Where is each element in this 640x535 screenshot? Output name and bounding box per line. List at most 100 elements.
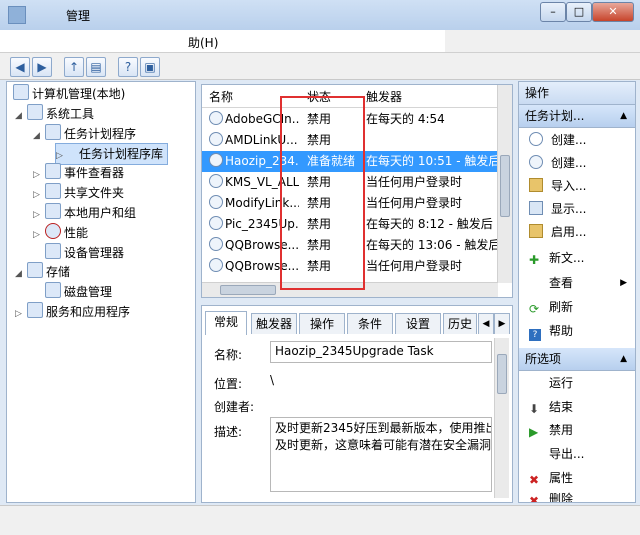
action-enable-history[interactable]: 启用... (519, 221, 635, 243)
forward-arrow-icon[interactable]: ▶ (32, 57, 52, 77)
tree-item-task-scheduler-library[interactable]: ▷ 任务计划程序库 (55, 143, 169, 165)
description-field[interactable]: 及时更新2345好压到最新版本，使用推出 及时更新，这意味着可能有潜在安全漏洞 (270, 417, 492, 492)
tree-item-computer-management[interactable]: 计算机管理(本地) (11, 84, 125, 104)
tree-item-device-manager[interactable]: 设备管理器 (33, 243, 124, 263)
tab-triggers[interactable]: 触发器 (251, 313, 297, 334)
end-icon: ⬇ (529, 402, 540, 416)
name-label: 名称: (214, 348, 243, 362)
minimize-button[interactable]: – (540, 2, 566, 22)
tab-scroll-right-icon[interactable]: ▶ (494, 313, 510, 334)
scroll-thumb[interactable] (220, 285, 276, 295)
toolbar: ◀ ▶ ↑ ▤ ? ▣ (0, 53, 640, 80)
create-task-icon (529, 155, 543, 169)
task-list-vertical-scrollbar[interactable] (497, 85, 512, 283)
tree-item-disk-management[interactable]: 磁盘管理 (33, 282, 112, 302)
status-bar (0, 505, 640, 535)
collapse-up-icon[interactable]: ▲ (620, 105, 627, 127)
tab-history[interactable]: 历史 (443, 313, 477, 334)
tree-item-local-users[interactable]: ▷ 本地用户和组 (33, 203, 136, 223)
tree-item-task-scheduler[interactable]: ◢ 任务计划程序 (33, 124, 136, 144)
event-viewer-icon (45, 163, 61, 179)
actions-section-selected-item[interactable]: 所选项 ▲ (519, 348, 635, 371)
properties-icon[interactable]: ▣ (140, 57, 160, 77)
menu-help[interactable]: 助(H) (188, 34, 218, 51)
disk-icon (45, 282, 61, 298)
folder-icon (68, 146, 76, 160)
author-label: 创建者: (214, 400, 255, 414)
tree-item-storage[interactable]: ◢ 存储 (15, 262, 70, 282)
delete-icon: ✖ (529, 494, 540, 502)
tab-conditions[interactable]: 条件 (347, 313, 393, 334)
scroll-thumb[interactable] (497, 354, 507, 394)
description-line-1: 及时更新2345好压到最新版本，使用推出 (275, 421, 492, 435)
action-new-folder[interactable]: ✚ 新文... (519, 247, 635, 269)
scroll-thumb[interactable] (500, 155, 510, 217)
window-controls: – □ ✕ (540, 2, 634, 22)
actions-header: 操作 (519, 82, 635, 105)
column-name[interactable]: 名称 (209, 88, 233, 105)
description-line-2: 及时更新，这意味着可能有潜在安全漏洞 (275, 438, 492, 452)
new-folder-icon: ✚ (529, 253, 540, 267)
tab-settings[interactable]: 设置 (395, 313, 441, 334)
task-clock-icon (209, 195, 223, 209)
device-manager-icon (45, 243, 61, 259)
view-icon (529, 277, 541, 289)
details-vertical-scrollbar[interactable] (494, 338, 509, 498)
action-run[interactable]: 运行 (519, 372, 635, 394)
task-clock-icon (209, 111, 223, 125)
collapse-up-icon[interactable]: ▲ (620, 348, 627, 370)
app-icon (8, 6, 26, 24)
action-delete[interactable]: ✖ 删除 (519, 488, 635, 502)
action-export[interactable]: 导出... (519, 443, 635, 465)
tree-item-services-applications[interactable]: ▷ 服务和应用程序 (15, 302, 130, 322)
action-disable[interactable]: ▶ 禁用 (519, 419, 635, 441)
disable-icon: ▶ (529, 425, 539, 439)
action-display-running[interactable]: 显示... (519, 198, 635, 220)
tree-item-system-tools[interactable]: ◢ 系统工具 (15, 104, 94, 124)
column-trigger[interactable]: 触发器 (366, 88, 402, 105)
action-refresh[interactable]: ⟳ 刷新 (519, 296, 635, 318)
back-arrow-icon[interactable]: ◀ (10, 57, 30, 77)
tree-item-event-viewer[interactable]: ▷ 事件查看器 (33, 163, 124, 183)
close-button[interactable]: ✕ (592, 2, 634, 22)
help-icon[interactable]: ? (118, 57, 138, 77)
status-highlight-box (280, 96, 365, 290)
enable-history-icon (529, 224, 543, 238)
tab-general[interactable]: 常规 (205, 311, 247, 335)
create-basic-task-icon (529, 132, 543, 146)
tools-icon (27, 104, 43, 120)
menu-bar-obscured (0, 30, 445, 52)
tree-item-shared-folders[interactable]: ▷ 共享文件夹 (33, 183, 124, 203)
console-tree-icon[interactable]: ▤ (86, 57, 106, 77)
storage-icon (27, 262, 43, 278)
action-create-task[interactable]: 创建... (519, 152, 635, 174)
actions-section-task-library[interactable]: 任务计划... ▲ (519, 105, 635, 128)
display-running-icon (529, 201, 543, 215)
tab-scroll-left-icon[interactable]: ◀ (478, 313, 494, 334)
action-help[interactable]: ? 帮助 (519, 320, 635, 342)
task-clock-icon (209, 258, 223, 272)
task-clock-icon (209, 216, 223, 230)
up-folder-icon[interactable]: ↑ (64, 57, 84, 77)
task-clock-icon (209, 153, 223, 167)
run-icon (529, 377, 541, 389)
action-properties[interactable]: ✖ 属性 (519, 467, 635, 489)
action-view[interactable]: 查看 ▶ (519, 272, 635, 294)
maximize-button[interactable]: □ (566, 2, 592, 22)
action-create-basic-task[interactable]: 创建... (519, 129, 635, 151)
console-tree: 计算机管理(本地) ◢ 系统工具 ◢ 任务计划程序 ▷ 任务计划程序库 ▷ 事件查看器 … (6, 81, 196, 503)
tab-actions[interactable]: 操作 (299, 313, 345, 334)
window-title: 管理 (66, 9, 91, 23)
actions-pane: 操作 任务计划... ▲ 创建... 创建... 导入... 显示... 启用..… (518, 81, 636, 503)
refresh-icon: ⟳ (529, 302, 540, 316)
help-icon: ? (529, 329, 541, 341)
description-label: 描述: (214, 425, 243, 439)
location-label: 位置: (214, 377, 243, 391)
tree-item-performance[interactable]: ▷ 性能 (33, 223, 88, 243)
details-tabs: 常规 触发器 操作 条件 设置 历史 ◀ ▶ (202, 311, 512, 335)
services-icon (27, 302, 43, 318)
action-import[interactable]: 导入... (519, 175, 635, 197)
action-end[interactable]: ⬇ 结束 (519, 396, 635, 418)
computer-icon (13, 84, 29, 100)
name-field[interactable]: Haozip_2345Upgrade Task (270, 341, 492, 363)
